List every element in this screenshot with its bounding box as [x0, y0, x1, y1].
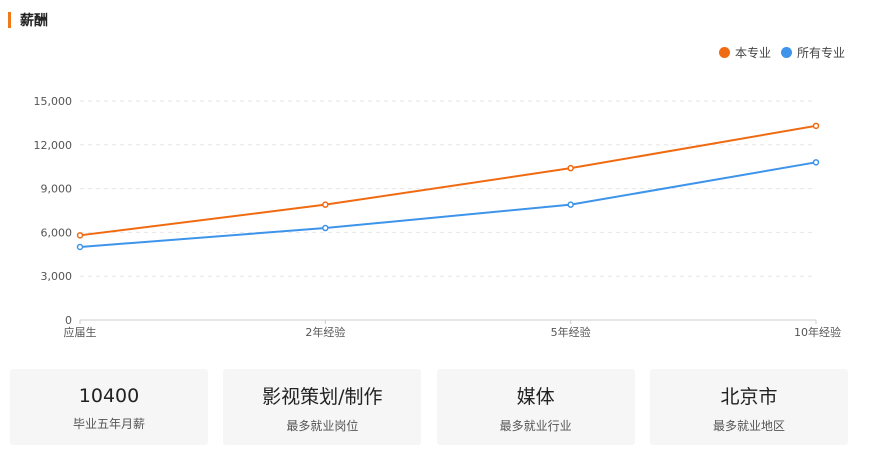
card-value-position: 影视策划/制作 — [262, 386, 383, 408]
data-point — [567, 201, 574, 208]
series-line-1 — [79, 161, 817, 248]
data-point — [76, 232, 84, 239]
y-tick-label: 6,000 — [41, 226, 73, 239]
data-point — [812, 159, 820, 166]
data-point — [567, 164, 574, 172]
data-point — [322, 224, 329, 232]
salary-line-chart: 03,0006,0009,00012,00015,000应届生 2年经验 5年经验 1… — [34, 95, 842, 339]
x-tick-label: 5年经验 — [551, 325, 591, 339]
card-label-industry: 最多就业行业 — [499, 419, 572, 433]
data-point — [76, 243, 84, 251]
summary-cards: 10400 毕业五年月薪 影视策划/制作 最多就业岗位 媒体 最多就业行业 北京… — [10, 369, 848, 445]
data-point — [812, 122, 820, 130]
y-tick-label: 15,000 — [34, 95, 73, 108]
x-tick-label: 10年经验 — [794, 325, 841, 339]
y-tick-label: 9,000 — [41, 183, 73, 196]
y-tick-label: 12,000 — [34, 139, 73, 152]
card-label-salary: 毕业五年月薪 — [72, 416, 145, 431]
data-point — [322, 201, 329, 208]
card-top-region: 北京市 最多就业地区 — [649, 369, 848, 445]
card-value-industry: 媒体 — [516, 386, 555, 408]
card-value-region: 北京市 — [720, 386, 778, 408]
card-value-salary: 10400 — [78, 384, 140, 407]
x-tick-label: 应届生 — [64, 325, 97, 339]
card-label-position: 最多就业岗位 — [286, 419, 359, 433]
y-tick-label: 3,000 — [41, 270, 73, 283]
card-label-region: 最多就业地区 — [712, 419, 785, 433]
card-monthly-salary: 10400 毕业五年月薪 — [10, 369, 208, 445]
x-tick-label: 2年经验 — [305, 325, 345, 339]
card-top-position: 影视策划/制作 最多就业岗位 — [223, 369, 422, 445]
card-top-industry: 媒体 最多就业行业 — [436, 369, 635, 445]
